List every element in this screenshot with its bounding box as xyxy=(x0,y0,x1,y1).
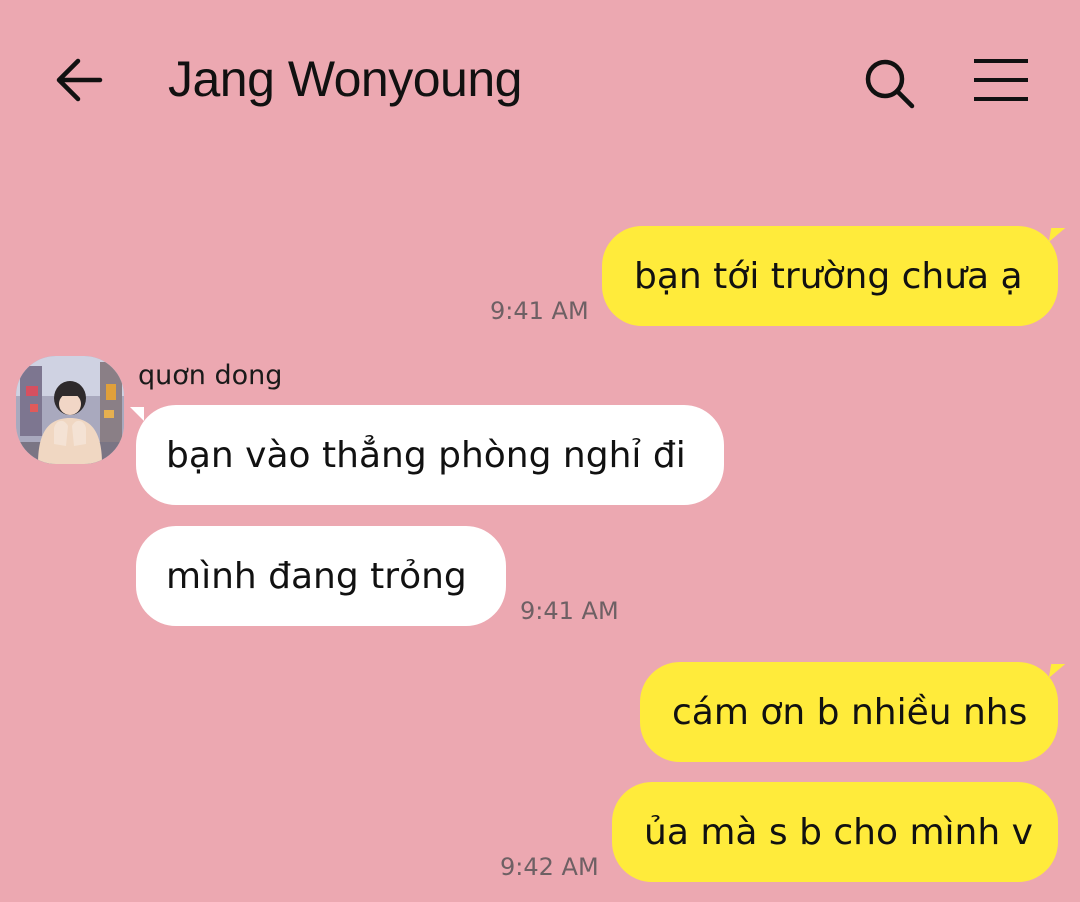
search-button[interactable] xyxy=(858,52,918,112)
message-text: bạn vào thẳng phòng nghỉ đi xyxy=(166,434,686,476)
incoming-message-bubble[interactable]: mình đang trỏng xyxy=(136,526,506,626)
message-text: mình đang trỏng xyxy=(166,555,467,597)
chat-header: Jang Wonyoung xyxy=(0,0,1080,160)
profile-photo xyxy=(16,356,124,464)
message-text: bạn tới trường chưa ạ xyxy=(634,255,1023,297)
chat-title: Jang Wonyoung xyxy=(168,51,522,107)
menu-button[interactable] xyxy=(968,52,1034,108)
message-timestamp: 9:41 AM xyxy=(520,597,619,625)
incoming-message-bubble[interactable]: bạn vào thẳng phòng nghỉ đi xyxy=(130,405,724,505)
avatar[interactable] xyxy=(16,356,124,464)
outgoing-message-bubble[interactable]: cám ơn b nhiều nhs xyxy=(640,662,1058,762)
search-icon xyxy=(865,59,915,109)
arrow-left-icon xyxy=(56,58,103,102)
outgoing-message-bubble[interactable]: bạn tới trường chưa ạ xyxy=(602,226,1058,326)
message-timestamp: 9:41 AM xyxy=(490,297,589,325)
message-text: ủa mà s b cho mình v xyxy=(644,811,1033,853)
back-button[interactable] xyxy=(50,52,112,108)
sender-name: quơn dong xyxy=(138,360,283,391)
outgoing-message-bubble[interactable]: ủa mà s b cho mình v xyxy=(612,782,1058,882)
message-text: cám ơn b nhiều nhs xyxy=(672,691,1028,733)
hamburger-menu-icon xyxy=(974,59,1028,101)
message-timestamp: 9:42 AM xyxy=(500,853,599,881)
